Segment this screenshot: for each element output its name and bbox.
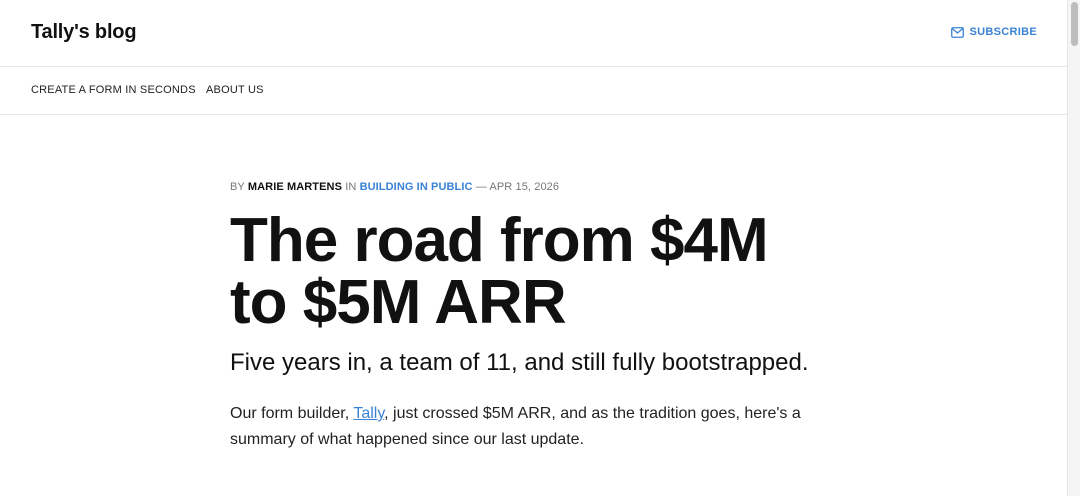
meta-category-link[interactable]: BUILDING IN PUBLIC [360,181,473,193]
scrollbar-thumb[interactable] [1071,2,1078,46]
article-meta: BY MARIE MARTENS IN BUILDING IN PUBLIC —… [230,180,850,194]
site-logo[interactable]: Tally's blog [31,21,137,44]
title-line-1: The road from $4M [230,206,769,275]
nav-create-form[interactable]: CREATE A FORM IN SECONDS [31,84,196,96]
scrollbar[interactable] [1067,0,1080,496]
subscribe-button[interactable]: SUBSCRIBE [950,26,1038,38]
meta-by: BY [230,181,245,193]
content-area: Tally's blog SUBSCRIBE CREATE A FORM IN … [0,0,1067,496]
meta-author[interactable]: MARIE MARTENS [248,181,342,193]
article-intro: Our form builder, Tally, just crossed $5… [230,401,850,453]
article-title: The road from $4M to $5M ARR [230,210,850,334]
page: Tally's blog SUBSCRIBE CREATE A FORM IN … [0,0,1080,496]
meta-in: IN [345,181,357,193]
intro-text-1: Our form builder, [230,405,354,422]
main-nav: CREATE A FORM IN SECONDS ABOUT US [0,67,1067,115]
meta-date: APR 15, 2026 [489,181,560,193]
meta-separator: — [475,181,487,193]
nav-about-us[interactable]: ABOUT US [206,84,264,96]
mail-icon [950,26,964,38]
title-line-2: to $5M ARR [230,268,567,337]
subscribe-label: SUBSCRIBE [969,26,1037,38]
site-header: Tally's blog SUBSCRIBE [0,0,1067,67]
article-subtitle: Five years in, a team of 11, and still f… [230,349,809,376]
tally-link[interactable]: Tally [353,405,384,422]
article: BY MARIE MARTENS IN BUILDING IN PUBLIC —… [230,180,850,469]
